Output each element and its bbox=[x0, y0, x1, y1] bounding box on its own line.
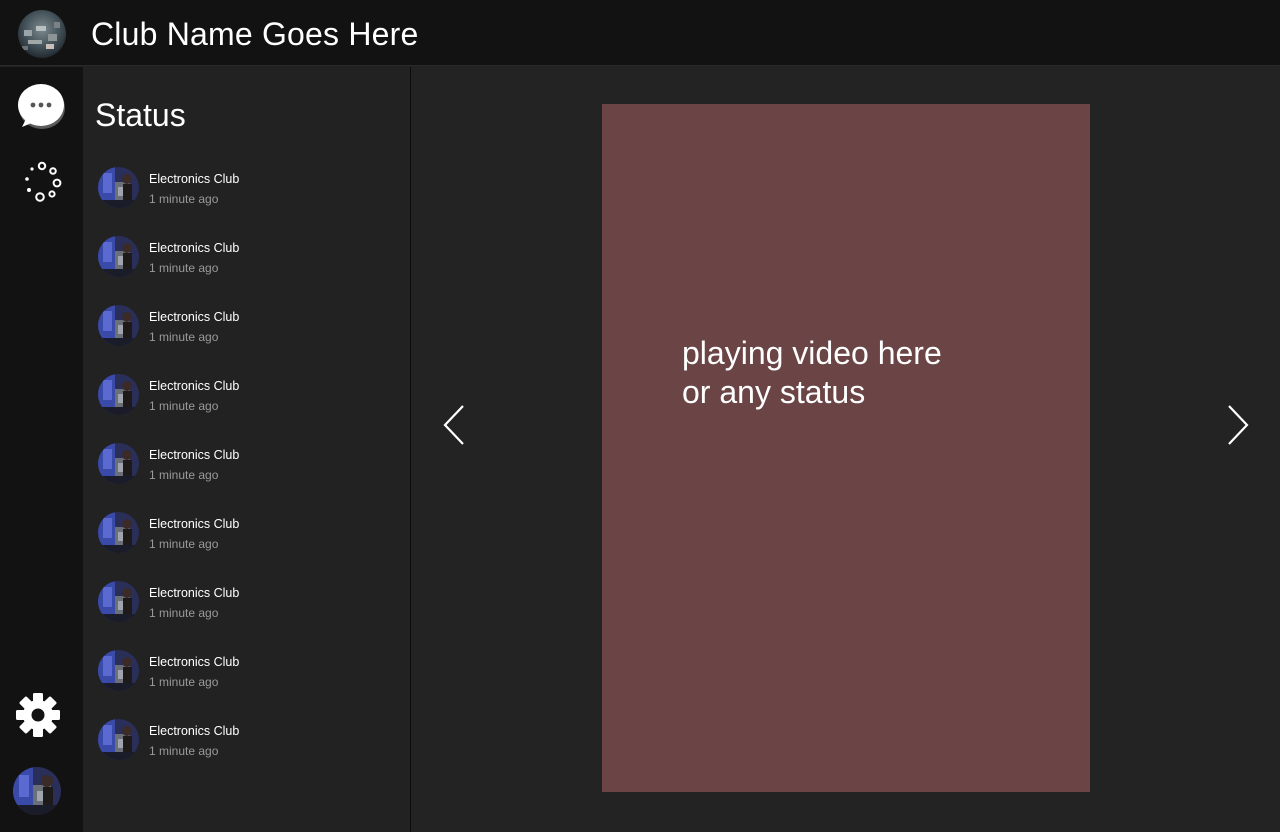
video-player[interactable]: playing video here or any status bbox=[602, 104, 1090, 792]
status-time: 1 minute ago bbox=[149, 192, 219, 206]
status-avatar bbox=[98, 167, 139, 208]
club-avatar-image bbox=[98, 236, 139, 277]
status-item[interactable]: Electronics Club 1 minute ago bbox=[83, 715, 410, 784]
status-name: Electronics Club bbox=[149, 586, 240, 600]
status-ring-icon bbox=[25, 161, 62, 202]
next-status-button[interactable] bbox=[1217, 401, 1257, 449]
chevron-left-icon bbox=[443, 405, 464, 445]
status-time: 1 minute ago bbox=[149, 468, 219, 482]
status-button[interactable] bbox=[16, 155, 68, 207]
chevron-right-icon bbox=[1228, 405, 1249, 445]
status-time: 1 minute ago bbox=[149, 261, 219, 275]
status-time: 1 minute ago bbox=[149, 675, 219, 689]
settings-button[interactable] bbox=[12, 689, 64, 741]
chat-icon bbox=[18, 84, 65, 129]
video-placeholder-text: playing video here or any status bbox=[682, 335, 942, 410]
club-avatar-image bbox=[98, 305, 139, 346]
status-time: 1 minute ago bbox=[149, 606, 219, 620]
status-avatar bbox=[98, 305, 139, 346]
user-avatar[interactable] bbox=[13, 767, 61, 815]
chat-button[interactable] bbox=[16, 81, 68, 133]
status-avatar bbox=[98, 650, 139, 691]
status-name: Electronics Club bbox=[149, 724, 240, 738]
club-avatar-image bbox=[98, 443, 139, 484]
status-avatar bbox=[98, 512, 139, 553]
status-viewer: playing video here or any status bbox=[411, 67, 1280, 832]
status-item[interactable]: Electronics Club 1 minute ago bbox=[83, 163, 410, 232]
status-name: Electronics Club bbox=[149, 517, 240, 531]
status-name: Electronics Club bbox=[149, 379, 240, 393]
status-name: Electronics Club bbox=[149, 310, 240, 324]
status-name: Electronics Club bbox=[149, 172, 240, 186]
status-item[interactable]: Electronics Club 1 minute ago bbox=[83, 577, 410, 646]
club-avatar-image bbox=[98, 374, 139, 415]
club-avatar-image bbox=[98, 512, 139, 553]
status-name: Electronics Club bbox=[149, 241, 240, 255]
status-item[interactable]: Electronics Club 1 minute ago bbox=[83, 232, 410, 301]
club-avatar-image bbox=[98, 650, 139, 691]
user-avatar-image bbox=[13, 767, 61, 815]
status-name: Electronics Club bbox=[149, 448, 240, 462]
status-name: Electronics Club bbox=[149, 655, 240, 669]
previous-status-button[interactable] bbox=[435, 401, 475, 449]
club-avatar-image bbox=[98, 719, 139, 760]
status-item[interactable]: Electronics Club 1 minute ago bbox=[83, 370, 410, 439]
status-item[interactable]: Electronics Club 1 minute ago bbox=[83, 508, 410, 577]
status-avatar bbox=[98, 443, 139, 484]
status-avatar bbox=[98, 236, 139, 277]
status-time: 1 minute ago bbox=[149, 330, 219, 344]
status-item[interactable]: Electronics Club 1 minute ago bbox=[83, 439, 410, 508]
status-time: 1 minute ago bbox=[149, 537, 219, 551]
status-item[interactable]: Electronics Club 1 minute ago bbox=[83, 646, 410, 715]
club-logo-image bbox=[18, 10, 66, 58]
status-item[interactable]: Electronics Club 1 minute ago bbox=[83, 301, 410, 370]
status-panel: Status Electronics Club 1 minute ago Ele… bbox=[83, 67, 411, 832]
status-heading: Status bbox=[95, 97, 186, 133]
status-avatar bbox=[98, 374, 139, 415]
club-avatar-image bbox=[98, 581, 139, 622]
club-avatar-image bbox=[98, 167, 139, 208]
status-avatar bbox=[98, 581, 139, 622]
gear-icon bbox=[16, 693, 60, 737]
status-time: 1 minute ago bbox=[149, 744, 219, 758]
status-list: Electronics Club 1 minute ago Electronic… bbox=[83, 163, 410, 784]
club-logo[interactable] bbox=[18, 10, 66, 58]
top-header: Club Name Goes Here bbox=[0, 0, 1280, 66]
status-avatar bbox=[98, 719, 139, 760]
icon-rail bbox=[0, 67, 83, 832]
club-title: Club Name Goes Here bbox=[91, 16, 419, 52]
status-time: 1 minute ago bbox=[149, 399, 219, 413]
